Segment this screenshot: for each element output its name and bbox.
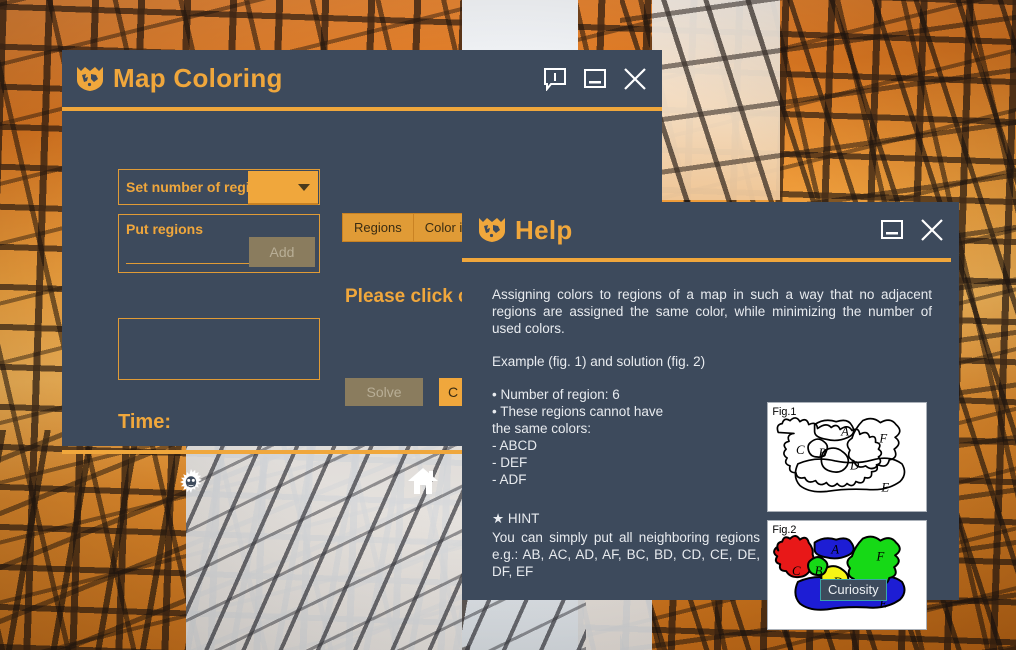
help-intro-paragraph: Assigning colors to regions of a map in … [492,287,932,336]
help-titlebar: Help [462,202,959,258]
desktop-background: Map Coloring Set number of regions Put r… [0,0,1016,650]
set-number-of-regions-field: Set number of regions [118,169,320,205]
time-label: Time: [118,411,171,433]
tab-regions[interactable]: Regions [343,214,414,241]
map-shield-icon [76,66,104,92]
main-window-title: Map Coloring [113,63,283,93]
add-region-button[interactable]: Add [249,237,315,267]
minimize-icon[interactable] [879,217,905,243]
curiosity-tooltip: Curiosity [820,579,887,601]
figure-1-label-E: E [880,480,889,494]
chevron-down-icon [298,183,310,191]
figure-1-label-B: B [819,446,827,460]
map-shield-icon [478,217,506,243]
main-title-group: Map Coloring [76,63,283,94]
figure-1-uncolored-map: A C B D F E Fig.1 [767,402,927,512]
figure-1-label-D: D [849,459,860,473]
regions-list-box[interactable] [118,318,320,380]
home-icon[interactable] [403,462,443,500]
prompt-message: Please click c [345,286,469,307]
main-titlebar: Map Coloring [62,50,662,107]
put-regions-label: Put regions [126,221,204,237]
figure-2-label-F: F [875,549,884,563]
figure-1-label-F: F [878,431,887,445]
help-window-controls [879,217,945,243]
help-window-title: Help [515,214,573,245]
close-x-icon[interactable] [622,66,648,92]
figure-1-drawing: A C B D F E Fig.1 [772,406,906,494]
figure-2-colored-solution: A C B D F E Fig.2 [767,520,927,630]
figure-1-caption: Fig.1 [772,406,796,418]
figure-2-caption: Fig.2 [772,524,796,536]
help-bullet-list: • Number of region: 6 • These regions ca… [492,387,664,487]
close-x-icon[interactable] [919,217,945,243]
minimize-icon[interactable] [582,66,608,92]
regions-count-dropdown[interactable] [248,171,318,205]
help-hint-body: You can simply put all neighboring regio… [492,530,760,579]
help-window: Help Assigning colors to regions of a ma… [462,202,959,630]
help-example-line: Example (fig. 1) and solution (fig. 2) [492,354,706,369]
put-regions-field: Put regions Add [118,214,320,273]
figure-1-label-A: A [840,424,849,438]
figure-2-label-C: C [792,564,801,578]
help-title-group: Help [478,215,573,246]
put-regions-input[interactable] [126,247,251,264]
solve-button[interactable]: Solve [345,378,423,406]
figure-2-label-A: A [830,542,839,556]
figure-1-label-C: C [796,443,805,457]
figure-2-label-B: B [815,564,823,578]
main-window-controls [542,66,648,92]
info-speech-bubble-icon[interactable] [542,66,568,92]
figure-2-drawing: A C B D F E Fig.2 [772,524,906,611]
curiosity-icon[interactable] [171,462,211,500]
help-window-body: Assigning colors to regions of a map in … [462,262,959,630]
